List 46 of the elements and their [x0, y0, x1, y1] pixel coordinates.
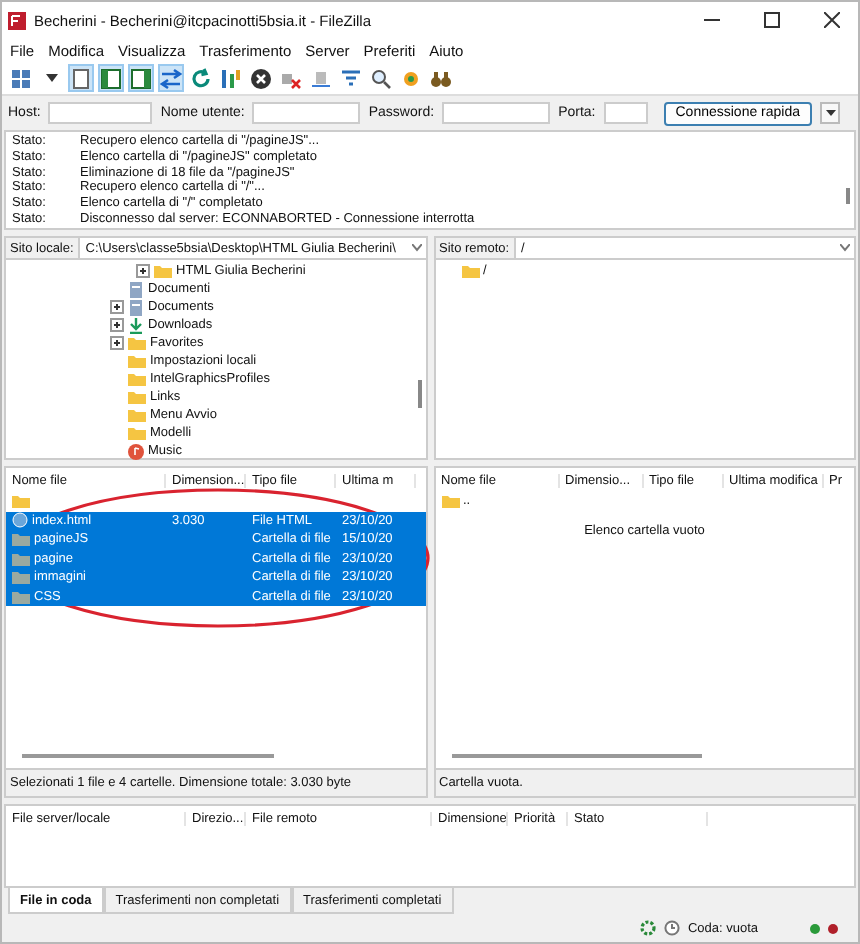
host-field[interactable]: [48, 102, 153, 124]
scrollbar-thumb[interactable]: [846, 188, 850, 204]
minimize-icon: [704, 18, 720, 22]
dropdown-button[interactable]: [820, 102, 841, 124]
folder-icon: [154, 264, 172, 278]
toolbar-button[interactable]: [128, 64, 154, 92]
web-file-icon: [12, 512, 28, 529]
toolbar-button[interactable]: [68, 64, 94, 92]
status-light: [810, 923, 820, 933]
username-field[interactable]: [252, 102, 361, 124]
caret-icon: [825, 109, 836, 117]
expand-icon[interactable]: [136, 264, 150, 278]
password-field[interactable]: [442, 102, 551, 124]
queue-process-icon: [220, 67, 242, 89]
scrollbar-thumb[interactable]: [22, 754, 274, 758]
download-arrow-icon: [128, 317, 144, 333]
binoculars-icon: [430, 67, 452, 89]
filter-icon: [340, 67, 362, 89]
toolbar-button[interactable]: [368, 64, 394, 92]
refresh-icon: [190, 67, 212, 89]
status-light: [828, 923, 838, 933]
close-icon: [824, 12, 840, 28]
app-logo-icon: [8, 11, 26, 29]
port-field[interactable]: [603, 102, 648, 124]
panel-left-icon: [100, 67, 122, 89]
search-icon: [370, 67, 392, 89]
server-grid-icon: [10, 67, 32, 89]
cancel-icon: [250, 67, 272, 89]
maximize-icon: [764, 12, 780, 28]
folder-icon: [441, 494, 459, 509]
transfer-arrows-icon: [160, 67, 182, 89]
caret-icon: [45, 72, 57, 84]
panel-right-icon: [130, 67, 152, 89]
folder-icon: [461, 264, 479, 278]
expand-icon[interactable]: [110, 318, 124, 332]
caret-icon: [840, 244, 850, 252]
expand-icon[interactable]: [110, 300, 124, 314]
caret-icon: [411, 244, 421, 252]
clock-icon: [663, 920, 680, 936]
gear-icon: [639, 920, 656, 936]
toolbar-button[interactable]: [98, 64, 124, 92]
scrollbar-thumb[interactable]: [451, 754, 703, 758]
expand-icon[interactable]: [110, 336, 124, 350]
toolbar-button[interactable]: [248, 64, 274, 92]
document-icon: [70, 67, 92, 89]
scrollbar-thumb[interactable]: [417, 380, 421, 408]
